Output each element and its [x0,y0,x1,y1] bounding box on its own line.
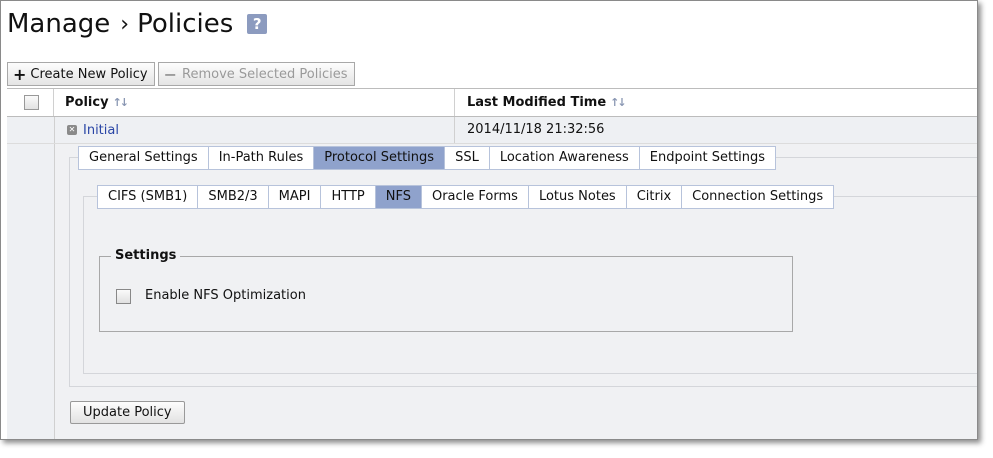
remove-selected-policies-label: Remove Selected Policies [182,66,348,82]
detail-gutter [7,144,55,439]
column-divider [454,89,455,116]
tab-lotus-notes[interactable]: Lotus Notes [528,185,627,209]
sort-icon[interactable]: ↑↓ [113,96,130,109]
tab-mapi[interactable]: MAPI [268,185,322,209]
plus-icon: + [13,64,27,84]
tab-nfs[interactable]: NFS [375,185,422,209]
tab-protocol-settings[interactable]: Protocol Settings [314,146,446,170]
tab-citrix[interactable]: Citrix [626,185,683,209]
select-all-checkbox[interactable] [24,95,39,110]
create-new-policy-button[interactable]: + Create New Policy [7,62,155,86]
table-row[interactable]: ✕ Initial 2014/11/18 21:32:56 [7,117,977,144]
settings-legend: Settings [111,248,181,263]
enable-nfs-optimization-label[interactable]: Enable NFS Optimization [145,288,306,303]
tab-general-settings[interactable]: General Settings [78,146,209,170]
column-header-policy-label: Policy [65,95,109,110]
tab-in-path-rules[interactable]: In-Path Rules [208,146,315,170]
sort-icon[interactable]: ↑↓ [610,96,627,109]
policy-tabs: General Settings In-Path Rules Protocol … [78,146,777,170]
column-header-last-modified[interactable]: Last Modified Time ↑↓ [467,89,627,116]
toolbar: + Create New Policy − Remove Selected Po… [7,62,355,86]
select-all-cell [7,89,54,116]
row-select-cell [7,117,55,143]
minus-icon: − [163,64,178,84]
collapse-icon[interactable]: ✕ [67,125,77,135]
tab-smb2-3[interactable]: SMB2/3 [198,185,269,209]
tab-ssl[interactable]: SSL [445,146,490,170]
tab-cifs-smb1[interactable]: CIFS (SMB1) [97,185,199,209]
help-icon[interactable]: ? [247,14,268,34]
enable-nfs-optimization-checkbox[interactable] [116,289,131,304]
tab-location-awareness[interactable]: Location Awareness [489,146,640,170]
tab-connection-settings[interactable]: Connection Settings [682,185,835,209]
create-new-policy-label: Create New Policy [30,66,148,82]
last-modified-cell: 2014/11/18 21:32:56 [467,122,605,137]
tab-endpoint-settings[interactable]: Endpoint Settings [639,146,777,170]
remove-selected-policies-button[interactable]: − Remove Selected Policies [157,62,355,86]
breadcrumb-section[interactable]: Manage [7,9,110,39]
column-divider [454,117,455,143]
update-policy-button[interactable]: Update Policy [70,401,185,424]
window-frame: Manage › Policies ? + Create New Policy … [0,0,978,440]
column-header-last-modified-label: Last Modified Time [467,95,607,110]
breadcrumb-separator: › [120,11,130,37]
table-header: Policy ↑↓ Last Modified Time ↑↓ [7,88,977,118]
tab-oracle-forms[interactable]: Oracle Forms [421,185,529,209]
policy-name-cell: ✕ Initial [67,117,119,143]
column-header-policy[interactable]: Policy ↑↓ [65,89,130,116]
breadcrumb-current: Policies [137,9,234,39]
page-title: Manage › Policies ? [7,9,268,39]
policy-link[interactable]: Initial [83,123,119,138]
protocol-tabs: CIFS (SMB1) SMB2/3 MAPI HTTP NFS Oracle … [97,185,835,209]
tab-http[interactable]: HTTP [321,185,376,209]
